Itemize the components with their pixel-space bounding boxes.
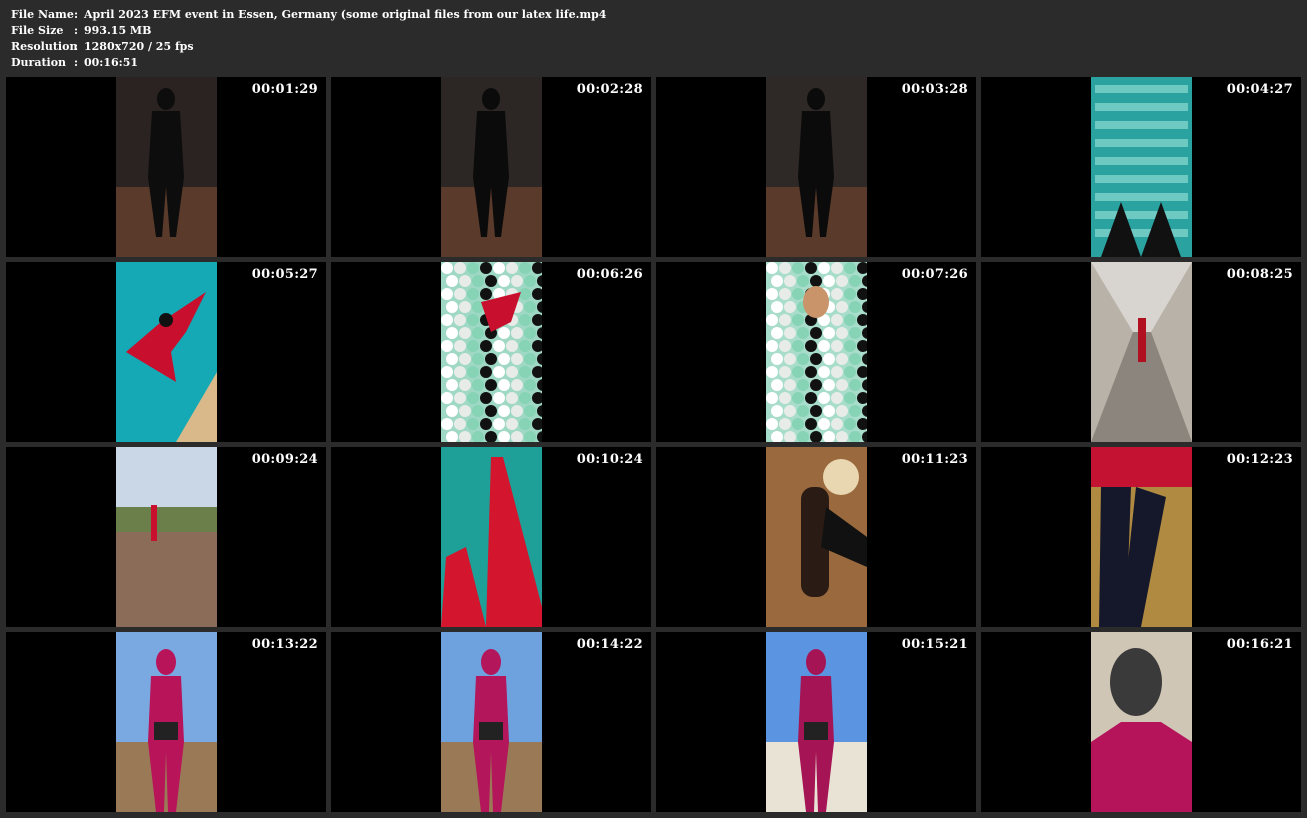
thumbnail-cell: 00:15:21 (656, 632, 976, 812)
info-separator: : (74, 8, 79, 21)
thumbnail-image (116, 447, 217, 627)
info-value-file-size: 993.15 MB (84, 24, 152, 37)
thumbnail-timestamp: 00:11:23 (901, 452, 968, 467)
thumbnail-cell: 00:09:24 (6, 447, 326, 627)
thumbnail-cell: 00:16:21 (981, 632, 1301, 812)
thumbnail-image (441, 262, 542, 442)
thumbnail-cell: 00:01:29 (6, 77, 326, 257)
thumbnail-cell: 00:10:24 (331, 447, 651, 627)
info-value-resolution: 1280x720 / 25 fps (84, 40, 194, 53)
thumbnail-image (766, 632, 867, 812)
thumbnail-cell: 00:14:22 (331, 632, 651, 812)
thumbnail-timestamp: 00:15:21 (901, 637, 968, 652)
thumbnail-timestamp: 00:02:28 (576, 82, 643, 97)
thumbnail-cell: 00:12:23 (981, 447, 1301, 627)
info-label: File Size (11, 24, 64, 37)
info-label: Duration (11, 56, 67, 69)
thumbnail-timestamp: 00:09:24 (251, 452, 318, 467)
thumbnail-image (116, 632, 217, 812)
thumbnail-cell: 00:03:28 (656, 77, 976, 257)
info-separator: : (74, 24, 79, 37)
info-value-duration: 00:16:51 (84, 56, 139, 69)
thumbnail-timestamp: 00:08:25 (1226, 267, 1293, 282)
thumbnail-timestamp: 00:12:23 (1226, 452, 1293, 467)
info-row-resolution: Resolution : 1280x720 / 25 fps (11, 39, 606, 55)
thumbnail-grid: 00:01:29 00:02:28 00:03:28 00:04:27 00:05:27… (6, 77, 1301, 812)
info-separator: : (74, 56, 79, 69)
thumbnail-image (1091, 77, 1192, 257)
info-row-duration: Duration : 00:16:51 (11, 55, 606, 71)
thumbnail-image (1091, 632, 1192, 812)
thumbnail-cell: 00:05:27 (6, 262, 326, 442)
thumbnail-image (441, 632, 542, 812)
thumbnail-timestamp: 00:05:27 (251, 267, 318, 282)
thumbnail-image (766, 262, 867, 442)
info-value-file-name: April 2023 EFM event in Essen, Germany (… (84, 8, 607, 21)
thumbnail-image (1091, 262, 1192, 442)
info-separator: : (74, 40, 79, 53)
thumbnail-image (116, 77, 217, 257)
thumbnail-timestamp: 00:06:26 (576, 267, 643, 282)
thumbnail-cell: 00:04:27 (981, 77, 1301, 257)
thumbnail-cell: 00:13:22 (6, 632, 326, 812)
thumbnail-timestamp: 00:03:28 (901, 82, 968, 97)
thumbnail-image (116, 262, 217, 442)
thumbnail-image (766, 447, 867, 627)
thumbnail-cell: 00:06:26 (331, 262, 651, 442)
thumbnail-image (441, 77, 542, 257)
thumbnail-cell: 00:11:23 (656, 447, 976, 627)
thumbnail-image (1091, 447, 1192, 627)
info-label: File Name (11, 8, 74, 21)
info-row-file-size: File Size : 993.15 MB (11, 23, 606, 39)
thumbnail-image (766, 77, 867, 257)
file-info-panel: File Name : April 2023 EFM event in Esse… (11, 7, 606, 71)
thumbnail-cell: 00:08:25 (981, 262, 1301, 442)
thumbnail-timestamp: 00:16:21 (1226, 637, 1293, 652)
info-row-file-name: File Name : April 2023 EFM event in Esse… (11, 7, 606, 23)
thumbnail-timestamp: 00:01:29 (251, 82, 318, 97)
thumbnail-cell: 00:07:26 (656, 262, 976, 442)
thumbnail-timestamp: 00:14:22 (576, 637, 643, 652)
info-label: Resolution (11, 40, 78, 53)
thumbnail-timestamp: 00:10:24 (576, 452, 643, 467)
thumbnail-timestamp: 00:04:27 (1226, 82, 1293, 97)
thumbnail-timestamp: 00:07:26 (901, 267, 968, 282)
thumbnail-image (441, 447, 542, 627)
thumbnail-timestamp: 00:13:22 (251, 637, 318, 652)
thumbnail-cell: 00:02:28 (331, 77, 651, 257)
